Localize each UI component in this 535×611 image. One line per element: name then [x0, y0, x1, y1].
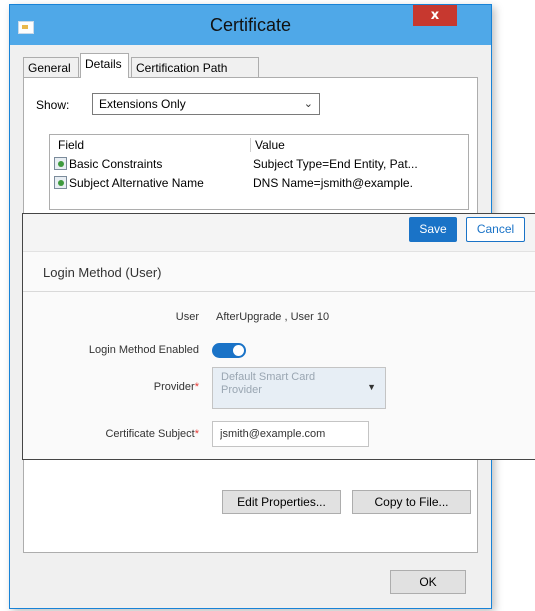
certificate-subject-label-text: Certificate Subject: [105, 428, 195, 440]
tab-details[interactable]: Details: [80, 53, 129, 78]
column-header-value[interactable]: Value: [255, 138, 285, 152]
extension-icon: [54, 157, 67, 170]
field-name: Subject Alternative Name: [69, 176, 204, 190]
section-title: Login Method (User): [43, 265, 162, 280]
login-method-panel: Save Cancel Login Method (User) User Aft…: [22, 213, 535, 460]
copy-to-file-button[interactable]: Copy to File...: [352, 490, 471, 514]
required-marker: *: [194, 428, 199, 440]
chevron-down-icon: ⌄: [303, 98, 313, 110]
show-label: Show:: [36, 98, 70, 112]
certificate-subject-label: Certificate Subject*: [105, 428, 199, 440]
provider-select-value: Default Smart Card Provider: [221, 371, 316, 396]
show-select-value: Extensions Only: [99, 97, 186, 111]
list-item[interactable]: Subject Alternative Name DNS Name=jsmith…: [54, 174, 464, 192]
panel-toolbar: Save Cancel: [23, 214, 535, 252]
login-method-enabled-toggle[interactable]: [212, 343, 246, 358]
extension-icon: [54, 176, 67, 189]
provider-label-text: Provider: [153, 381, 195, 393]
divider: [23, 291, 535, 292]
column-header-field[interactable]: Field: [58, 138, 84, 152]
edit-properties-button[interactable]: Edit Properties...: [222, 490, 341, 514]
required-marker: *: [194, 381, 199, 393]
ok-button[interactable]: OK: [390, 570, 466, 594]
user-label: User: [175, 311, 199, 323]
save-button[interactable]: Save: [409, 217, 457, 242]
title-bar[interactable]: Certificate x: [10, 5, 491, 45]
close-button[interactable]: x: [413, 5, 457, 26]
caret-down-icon: ▼: [367, 382, 376, 392]
login-method-enabled-label: Login Method Enabled: [88, 344, 199, 356]
tab-general[interactable]: General: [23, 57, 79, 77]
field-value: DNS Name=jsmith@example.: [253, 176, 413, 190]
field-value: Subject Type=End Entity, Pat...: [253, 157, 418, 171]
provider-select[interactable]: Default Smart Card Provider ▼: [212, 367, 386, 409]
column-divider: [250, 138, 251, 152]
toggle-knob: [233, 345, 244, 356]
cancel-button[interactable]: Cancel: [466, 217, 525, 242]
list-item[interactable]: Basic Constraints Subject Type=End Entit…: [54, 155, 464, 173]
fields-list[interactable]: Field Value Basic Constraints Subject Ty…: [49, 134, 469, 210]
show-select[interactable]: Extensions Only ⌄: [92, 93, 320, 115]
certificate-subject-input[interactable]: [212, 421, 369, 447]
tab-certification-path[interactable]: Certification Path: [131, 57, 259, 77]
field-name: Basic Constraints: [69, 157, 163, 171]
user-value: AfterUpgrade , User 10: [216, 311, 330, 323]
provider-label: Provider*: [154, 381, 199, 393]
